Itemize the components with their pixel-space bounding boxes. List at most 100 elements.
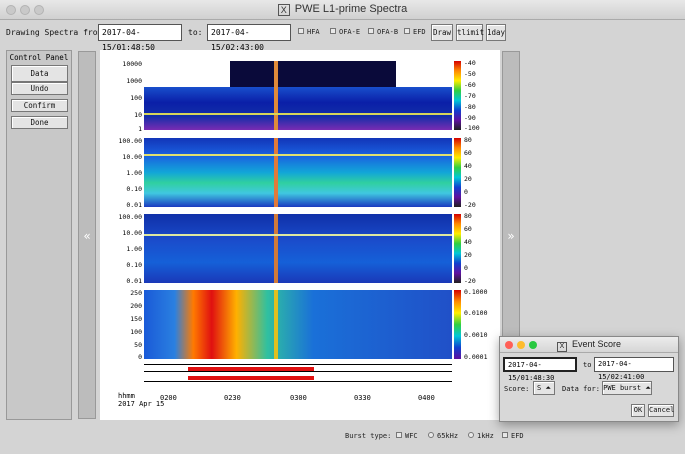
ofa-ylabel-4: 50 — [134, 341, 142, 349]
e-cbar-4: 0 — [464, 188, 468, 196]
draw-button[interactable]: Draw — [431, 24, 453, 41]
burst-65khz-radio[interactable]: 65kHz — [428, 432, 458, 440]
ofa-colorbar — [454, 290, 461, 359]
e-cbar-2: 40 — [464, 162, 472, 170]
hfa-cbar-0: -40 — [464, 59, 476, 67]
xtick-0230: 0230 — [224, 394, 241, 402]
hfa-ylabel-2: 100 — [130, 94, 142, 102]
e-cbar-3: 20 — [464, 175, 472, 183]
hfa-no-data-right — [396, 61, 452, 87]
dialog-to-field[interactable]: 2017-04-15/02:41:00 — [594, 357, 674, 381]
control-panel: Control Panel Data handling Undo Confirm… — [6, 50, 72, 420]
e-cbar-5: -20 — [464, 201, 476, 209]
ofa-e-checkbox[interactable]: OFA-E — [330, 28, 360, 36]
main-window: X PWE L1-prime Spectra Drawing Spectra fr… — [0, 0, 685, 454]
x11-icon: X — [277, 4, 290, 16]
from-time-field[interactable]: 2017-04-15/01:48:50 — [98, 24, 182, 52]
b-spectra-spectrogram — [144, 214, 452, 283]
b-ylabel-2: 1.00 — [126, 245, 142, 253]
ofa-cbar-1: 0.0100 — [464, 309, 488, 317]
e-spectra-spectrogram — [144, 138, 452, 207]
ok-button[interactable]: OK — [631, 404, 645, 417]
ofa-ylabel-3: 100 — [130, 328, 142, 336]
toolbar: Drawing Spectra from: 2017-04-15/01:48:5… — [0, 20, 685, 52]
ofa-b-label: OFA-B — [377, 28, 399, 36]
b-cbar-5: -20 — [464, 277, 476, 285]
hfa-cbar-6: -100 — [464, 124, 480, 132]
burst-bar-1 — [188, 367, 314, 371]
ofa-cbar-2: 0.0010 — [464, 331, 488, 339]
to-time-field[interactable]: 2017-04-15/02:43:00 — [207, 24, 291, 52]
done-button[interactable]: Done — [11, 116, 68, 129]
one-day-button[interactable]: 1day — [486, 24, 506, 41]
burst-efd-checkbox[interactable]: EFD — [502, 432, 524, 440]
xtick-0400: 0400 — [418, 394, 435, 402]
ofa-burst-line — [274, 290, 278, 359]
b-ylabel-0: 100.00 — [118, 213, 142, 221]
e-cbar-1: 60 — [464, 149, 472, 157]
burst-wfc-label: WFC — [405, 432, 418, 440]
efd-checkbox[interactable]: EFD — [404, 28, 426, 36]
dialog-title: X Event Score — [500, 339, 678, 352]
scroll-left-button[interactable]: « — [78, 51, 96, 419]
ofa-ylabel-5: 0 — [138, 353, 142, 361]
tlimit-button[interactable]: tlimit — [456, 24, 484, 41]
score-dropdown[interactable]: S ⏶ — [533, 381, 555, 395]
b-trace — [144, 234, 452, 236]
hfa-cbar-2: -60 — [464, 81, 476, 89]
ofa-e-label: OFA-E — [339, 28, 361, 36]
b-burst-line — [274, 214, 278, 283]
burst-strip-1 — [144, 364, 452, 372]
hfa-spectrogram — [144, 61, 452, 130]
e-ylabel-4: 0.01 — [126, 201, 142, 209]
xtick-0300: 0300 — [290, 394, 307, 402]
spectra-plot: 10000 1000 100 10 1 -40 -50 -60 -70 -80 … — [100, 50, 500, 420]
hfa-cbar-1: -50 — [464, 70, 476, 78]
burst-1khz-radio[interactable]: 1kHz — [468, 432, 494, 440]
burst-wfc-checkbox[interactable]: WFC — [396, 432, 418, 440]
hfa-colorbar — [454, 61, 461, 130]
dialog-from-field[interactable]: 2017-04-15/01:48:30 — [503, 357, 577, 382]
ofa-ylabel-2: 150 — [130, 315, 142, 323]
efd-label: EFD — [413, 28, 426, 36]
b-cbar-3: 20 — [464, 251, 472, 259]
hfa-dark-band — [230, 61, 396, 87]
ofa-spectrogram — [144, 290, 452, 359]
dropdown-icon: ⏶ — [645, 384, 651, 392]
hfa-label: HFA — [307, 28, 320, 36]
data-for-value: PWE burst — [603, 384, 642, 392]
dropdown-icon: ⏶ — [545, 384, 552, 392]
cancel-button[interactable]: Cancel — [648, 404, 674, 417]
hfa-ylabel-0: 10000 — [122, 60, 142, 68]
ofa-ylabel-0: 250 — [130, 289, 142, 297]
burst-efd-label: EFD — [511, 432, 524, 440]
event-score-dialog: X Event Score 2017-04-15/01:48:30 to 2017… — [499, 336, 679, 422]
e-ylabel-3: 0.10 — [126, 185, 142, 193]
x-axis-date: 2017 Apr 15 — [118, 400, 165, 408]
e-ylabel-2: 1.00 — [126, 169, 142, 177]
hfa-cbar-5: -90 — [464, 114, 476, 122]
title-bar: X PWE L1-prime Spectra — [0, 0, 685, 20]
ofa-b-checkbox[interactable]: OFA-B — [368, 28, 398, 36]
to-label: to: — [188, 28, 203, 37]
confirm-button[interactable]: Confirm — [11, 99, 68, 112]
hfa-checkbox[interactable]: HFA — [298, 28, 320, 36]
b-ylabel-3: 0.10 — [126, 261, 142, 269]
ofa-ylabel-1: 200 — [130, 302, 142, 310]
dialog-title-bar: X Event Score — [500, 337, 678, 353]
ofa-cbar-0: 0.1000 — [464, 288, 488, 296]
e-ylabel-0: 100.00 — [118, 137, 142, 145]
drawing-from-label: Drawing Spectra from: — [6, 28, 108, 37]
hfa-ylabel-3: 10 — [134, 111, 142, 119]
data-for-dropdown[interactable]: PWE burst ⏶ — [602, 381, 652, 395]
e-burst-line — [274, 138, 278, 207]
data-for-label: Data for: — [562, 385, 600, 393]
e-ylabel-1: 10.00 — [122, 153, 142, 161]
e-colorbar — [454, 138, 461, 207]
undo-button[interactable]: Undo — [11, 82, 68, 95]
b-cbar-4: 0 — [464, 264, 468, 272]
data-handling-button[interactable]: Data handling — [11, 65, 68, 93]
score-value: S — [536, 384, 542, 392]
hfa-ylabel-1: 1000 — [126, 77, 142, 85]
b-ylabel-1: 10.00 — [122, 229, 142, 237]
